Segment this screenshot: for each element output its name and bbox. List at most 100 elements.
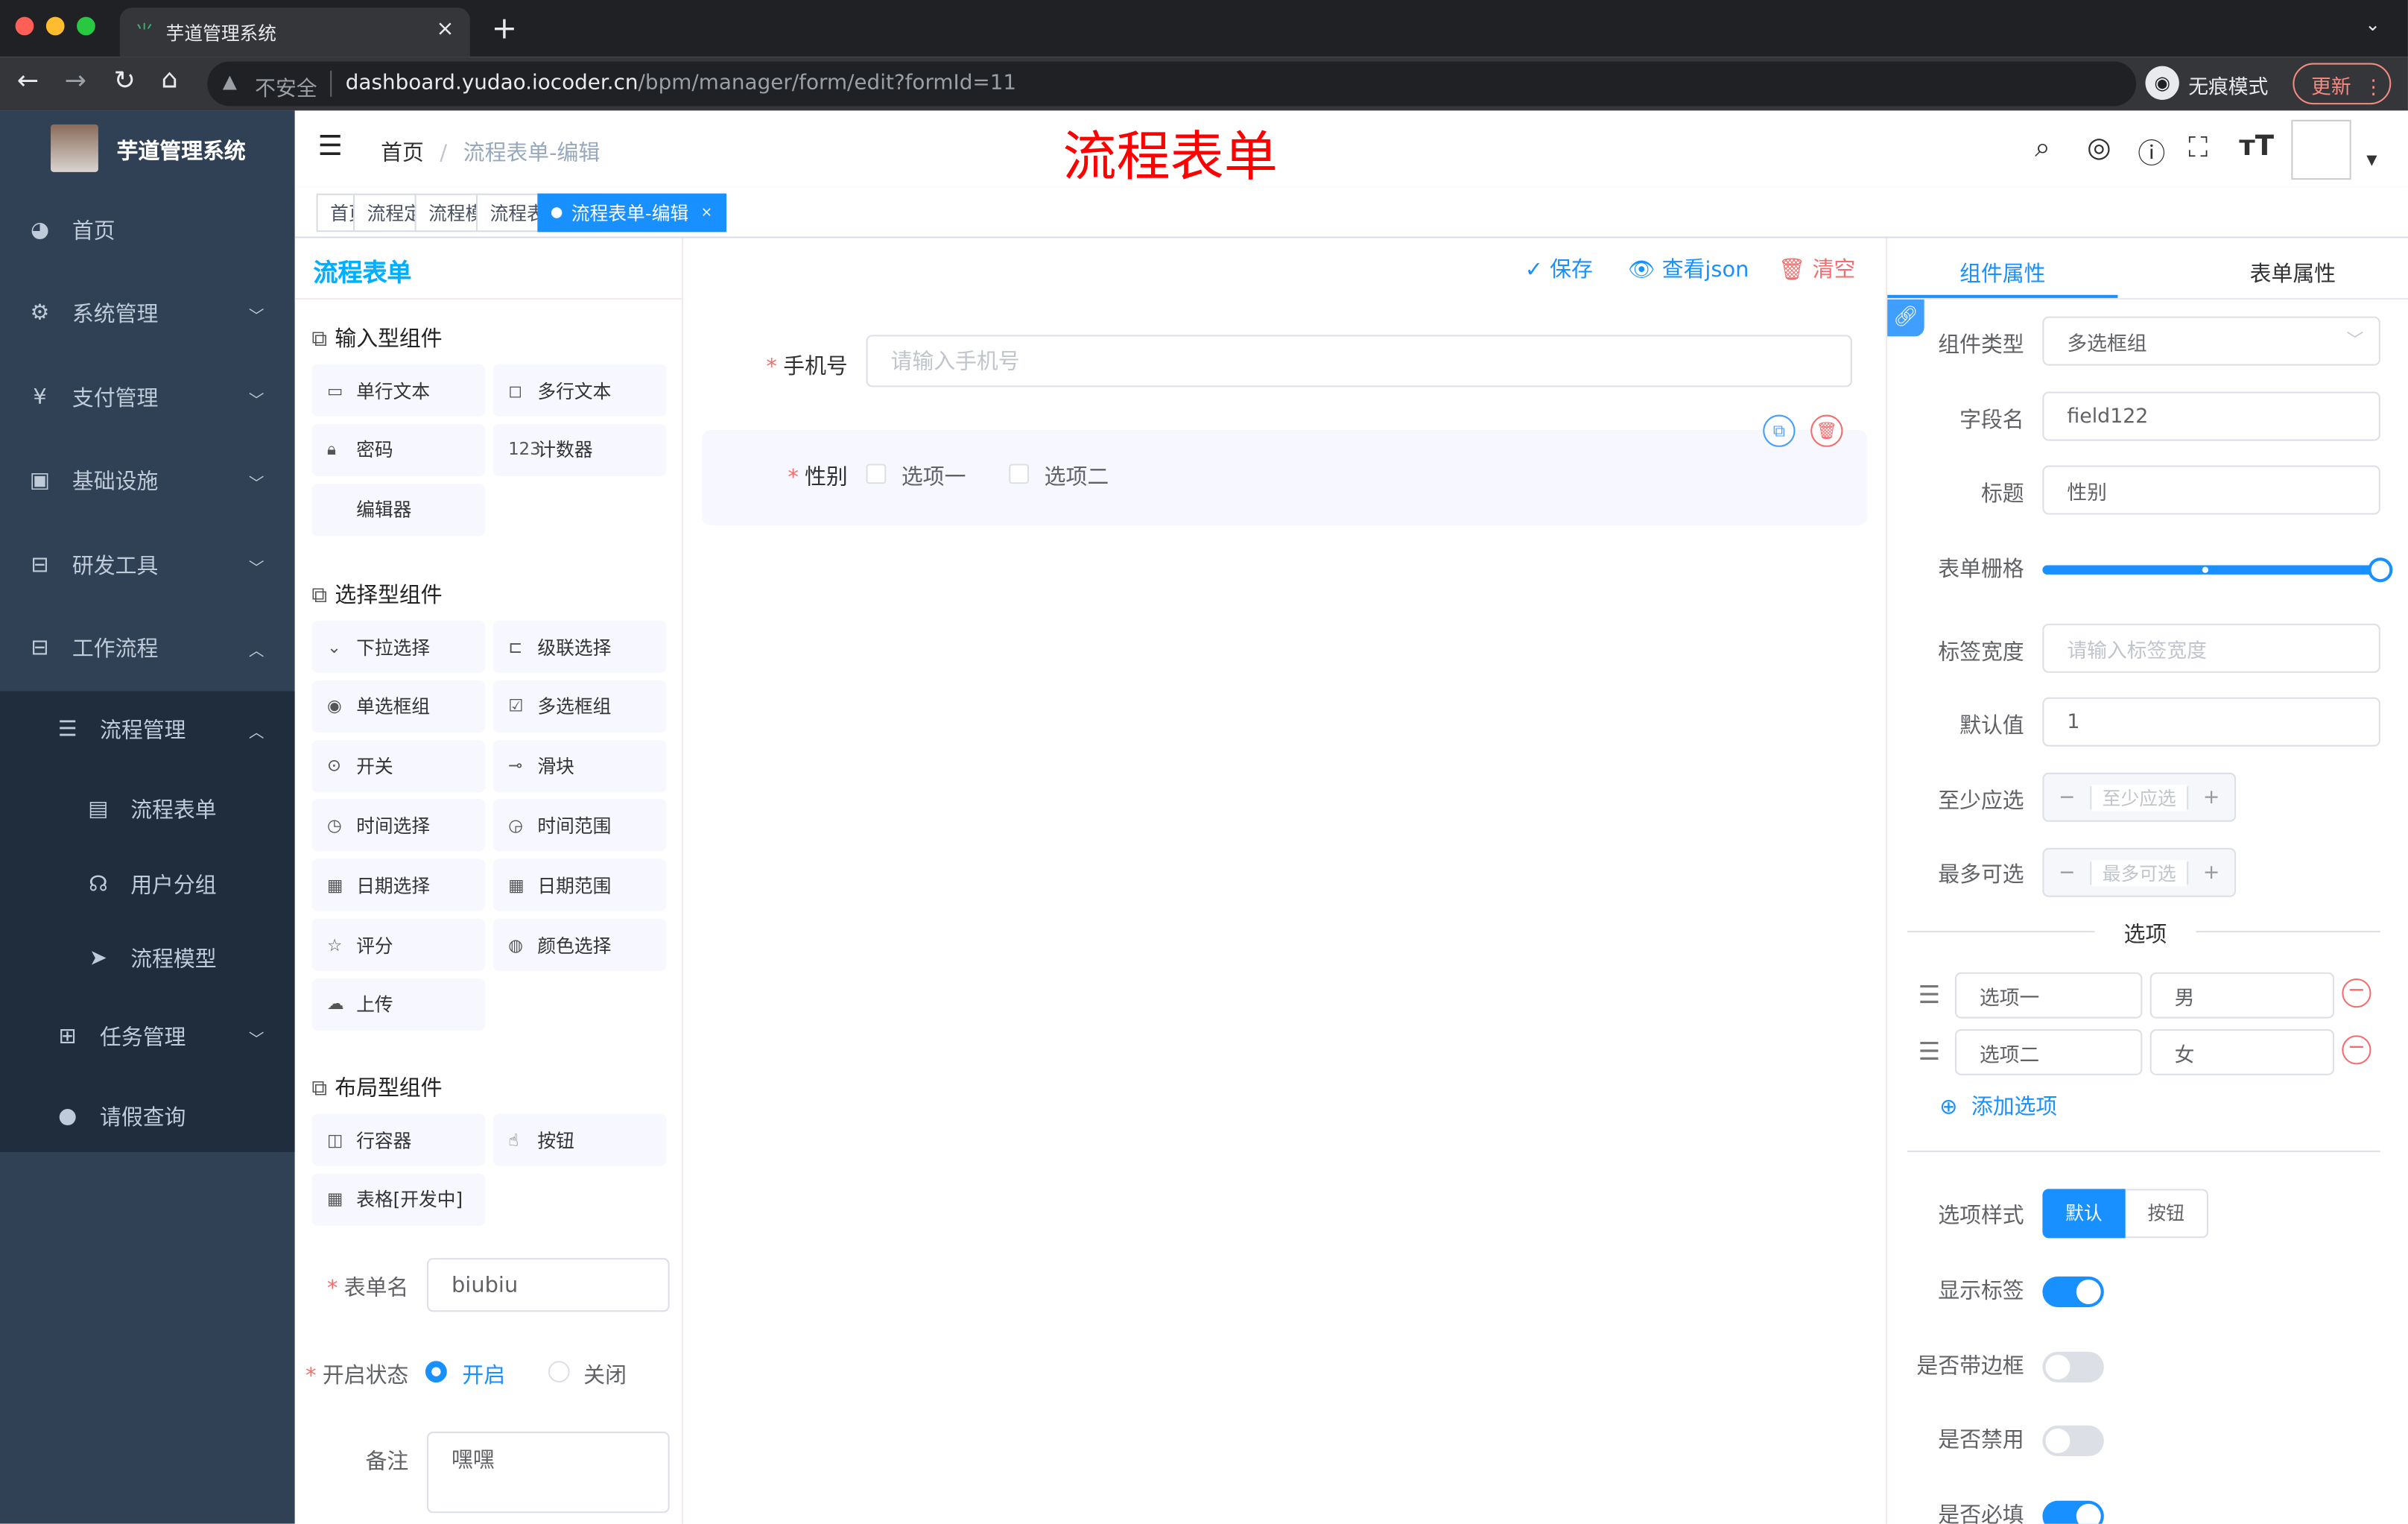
option-value-input[interactable]: 女 [2149,1029,2335,1075]
status-off-radio[interactable] [548,1361,570,1383]
option-label-input[interactable]: 选项一 [1954,972,2143,1019]
component-number[interactable]: 123 计数器 [492,423,667,476]
security-label[interactable]: 不安全 [255,71,317,101]
remark-textarea[interactable]: 嘿嘿 [427,1432,670,1514]
slider-handle[interactable] [2368,557,2393,583]
option-2-label[interactable]: 选项二 [1045,461,1109,491]
grid-slider[interactable] [2042,557,2393,583]
close-tag-icon[interactable]: × [701,205,713,221]
sidebar-subitem[interactable]: ⊞ 任务管理 ﹀ [0,999,295,1075]
fullscreen-icon[interactable]: ⛶ [2188,132,2208,164]
toggle-switch[interactable] [2042,1276,2104,1308]
add-option-button[interactable]: ⊕ 添加选项 [1939,1090,2057,1121]
breadcrumb-home[interactable]: 首页 [381,142,424,166]
tab-search-icon[interactable]: ⌄ [2365,14,2380,36]
status-on-label[interactable]: 开启 [462,1359,505,1390]
search-icon[interactable]: ⌕ [2035,132,2050,164]
component-editor[interactable]: 编辑器 [311,483,486,536]
option-1-label[interactable]: 选项一 [902,461,966,491]
tag-4[interactable]: 流程表单-编辑 × [537,193,726,233]
copy-icon[interactable]: ⧉ [1763,414,1796,447]
max-stepper[interactable]: − 最多可选 + [2042,847,2237,897]
label-width-input[interactable]: 请输入标签宽度 [2042,623,2380,673]
component-clock[interactable]: ◷ 时间选择 [311,799,486,852]
forward-icon[interactable]: → [65,66,86,97]
component-lock[interactable]: 🔒︎ 密码 [311,423,486,476]
sidebar-item[interactable]: ⚙ 系统管理 ﹀ [0,275,295,352]
status-off-label[interactable]: 关闭 [583,1359,627,1390]
address-bar[interactable]: ▲ 不安全 dashboard.yudao.iocoder.cn/bpm/man… [207,61,2137,107]
style-button-button[interactable]: 按钮 [2125,1189,2209,1239]
tab-component-props[interactable]: 组件属性 [1959,258,2045,288]
component-palette[interactable]: ◍ 颜色选择 [492,918,667,971]
browser-tab[interactable]: ⺌ 芋道管理系统 × [119,7,470,57]
new-tab-button[interactable]: + [492,9,518,45]
component-input[interactable]: ▭ 单行文本 [311,364,486,417]
github-icon[interactable]: ◎ [2087,132,2111,164]
component-textarea[interactable]: ◻ 多行文本 [492,364,667,417]
user-avatar[interactable] [2291,119,2351,180]
component-radio[interactable]: ◉ 单选框组 [311,680,486,733]
hamburger-icon[interactable]: ☰ [318,130,343,162]
url-text[interactable]: dashboard.yudao.iocoder.cn/bpm/manager/f… [346,71,1016,95]
component-table[interactable]: ▦ 表格[开发中] [311,1173,486,1226]
sidebar-item[interactable]: ⊟ 研发工具 ﹀ [0,527,295,604]
phone-input[interactable]: 请输入手机号 [866,335,1852,388]
sidebar-subitem[interactable]: ➤ 流程模型 [0,920,295,997]
clear-button[interactable]: 🗑︎ 清空 [1778,253,1856,284]
sidebar-subitem[interactable]: ☰ 流程管理 ︿ [0,692,295,768]
save-button[interactable]: ✓ 保存 [1525,253,1593,284]
component-upload[interactable]: ☁ 上传 [311,978,486,1031]
back-icon[interactable]: ← [17,66,39,97]
component-slider[interactable]: ⊸ 滑块 [492,739,667,792]
option-2-checkbox[interactable] [1009,464,1030,484]
title-input[interactable]: 性别 [2042,465,2380,515]
remove-option-icon[interactable]: − [2342,1035,2371,1065]
sidebar-subitem[interactable]: ● 请假查询 [0,1078,295,1155]
close-window-button[interactable] [15,16,34,36]
drag-handle-icon[interactable]: ☰ [1918,1037,1940,1066]
maximize-window-button[interactable] [77,16,95,36]
sidebar-item[interactable]: ¥ 支付管理 ﹀ [0,359,295,436]
style-default-button[interactable]: 默认 [2042,1189,2126,1239]
option-label-input[interactable]: 选项二 [1954,1029,2143,1075]
view-json-button[interactable]: 👁︎ 查看json [1628,253,1749,284]
min-stepper[interactable]: − 至少应选 + [2042,772,2237,822]
increment-icon[interactable]: + [2187,785,2234,809]
increment-icon[interactable]: + [2187,861,2234,885]
tab-form-props[interactable]: 表单属性 [2250,258,2336,288]
caret-down-icon[interactable]: ▼ [2366,154,2377,169]
font-size-icon[interactable]: ᴛT [2239,130,2274,162]
component-row[interactable]: ◫ 行容器 [311,1113,486,1166]
remove-option-icon[interactable]: − [2342,978,2371,1008]
component-date-range[interactable]: ▦ 日期范围 [492,859,667,911]
component-switch[interactable]: ⊙ 开关 [311,739,486,792]
component-button[interactable]: ☝ 按钮 [492,1113,667,1166]
default-input[interactable]: 1 [2042,697,2380,747]
close-tab-icon[interactable]: × [436,17,454,42]
decrement-icon[interactable]: − [2044,785,2092,809]
component-cascader[interactable]: ⊏ 级联选择 [492,620,667,673]
component-checkbox[interactable]: ☑ 多选框组 [492,680,667,733]
status-on-radio[interactable] [425,1361,447,1383]
component-calendar[interactable]: ▦ 日期选择 [311,859,486,911]
sidebar-item[interactable]: ◕ 首页 [0,192,295,269]
home-icon[interactable]: ⌂ [161,65,177,95]
minimize-window-button[interactable] [45,16,65,36]
field-name-input[interactable]: field122 [2042,391,2380,441]
sidebar-subitem[interactable]: ▤ 流程表单 [0,771,295,848]
toggle-switch[interactable] [2042,1426,2104,1457]
component-select[interactable]: ⌄ 下拉选择 [311,620,486,673]
component-time-range[interactable]: ◶ 时间范围 [492,799,667,852]
type-select[interactable]: 多选框组 ﹀ [2042,316,2380,366]
toggle-switch[interactable] [2042,1500,2104,1524]
sidebar-subitem[interactable]: ☊ 用户分组 [0,847,295,923]
help-icon[interactable]: ⓘ [2138,132,2165,172]
option-value-input[interactable]: 男 [2149,972,2335,1019]
toggle-switch[interactable] [2042,1351,2104,1382]
component-star[interactable]: ☆ 评分 [311,918,486,971]
option-1-checkbox[interactable] [866,464,887,484]
decrement-icon[interactable]: − [2044,861,2092,885]
sidebar-item[interactable]: ▣ 基础设施 ﹀ [0,443,295,519]
sidebar-item[interactable]: ⊟ 工作流程 ︿ [0,610,295,686]
